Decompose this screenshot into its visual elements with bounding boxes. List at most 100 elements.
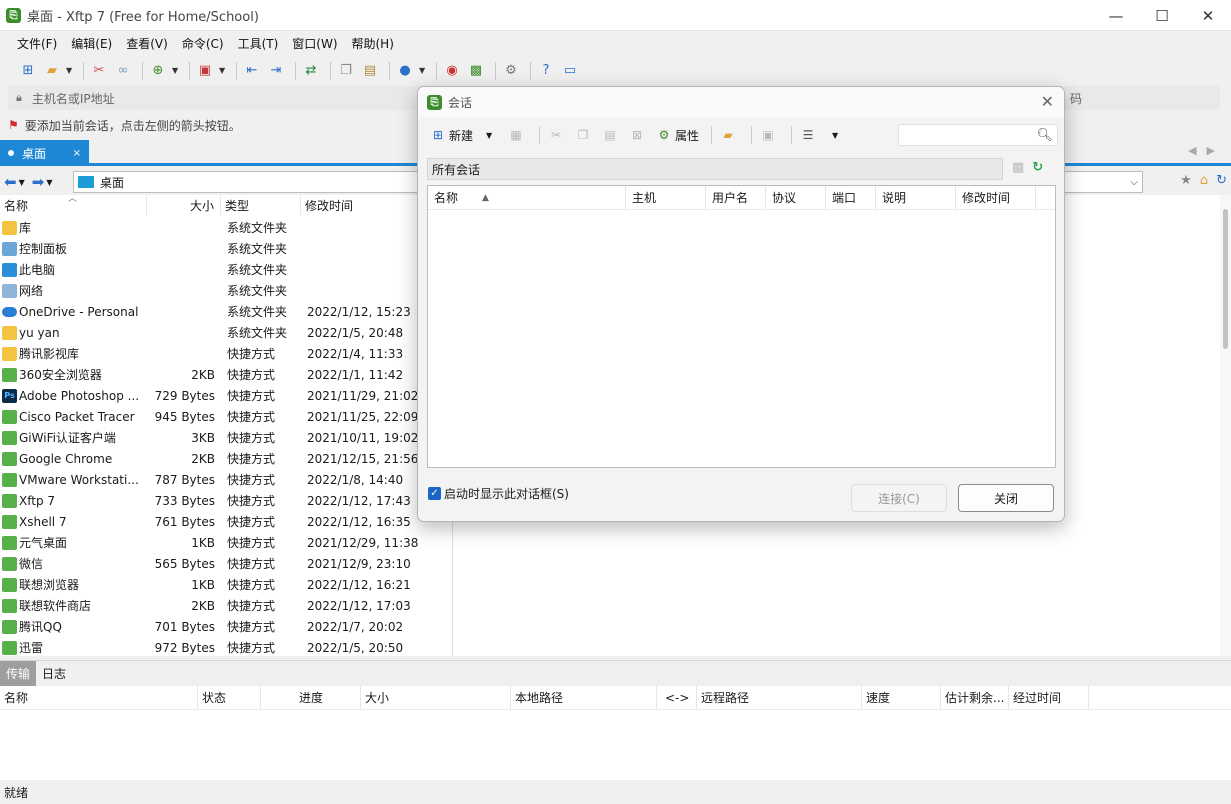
copy-button[interactable]: ❐ <box>573 124 596 146</box>
paste-button[interactable]: ▤ <box>600 124 623 146</box>
menu-window[interactable]: 窗口(W) <box>285 35 344 52</box>
cut-button[interactable]: ✂ <box>546 124 569 146</box>
xftp-icon[interactable]: ▩ <box>466 61 486 81</box>
file-row[interactable]: yu yan 系统文件夹 2022/1/5, 20:48 <box>0 322 452 343</box>
scrollbar-thumb[interactable] <box>1223 209 1228 349</box>
file-row[interactable]: 联想浏览器 1KB 快捷方式 2022/1/12, 16:21 <box>0 574 452 595</box>
new-session-icon[interactable]: ⊞ <box>18 61 38 81</box>
session-search-input[interactable]: 🔍︎ <box>898 124 1058 146</box>
gear-icon[interactable]: ⚙ <box>501 61 521 81</box>
open-dropdown-icon[interactable]: ▼ <box>66 66 74 75</box>
flag-icon[interactable]: ⚑ <box>8 118 19 132</box>
minimize-button[interactable]: — <box>1093 0 1139 31</box>
view-dropdown-button[interactable]: ▼ <box>825 124 848 146</box>
menu-file[interactable]: 文件(F) <box>10 35 64 52</box>
path-dropdown-icon[interactable]: ⌵ <box>1130 177 1138 188</box>
transfer-col-size[interactable]: 大小 <box>361 685 511 710</box>
file-row[interactable]: 微信 565 Bytes 快捷方式 2021/12/9, 23:10 <box>0 553 452 574</box>
session-col-description[interactable]: 说明 <box>876 185 956 210</box>
new-tab-dropdown-icon[interactable]: ▼ <box>172 66 180 75</box>
tab-transfer[interactable]: 传输 <box>0 660 37 686</box>
xshell-icon[interactable]: ◉ <box>442 61 462 81</box>
open-button[interactable]: ▦ <box>506 124 529 146</box>
forward-arrow-icon[interactable]: ➡ <box>32 173 45 191</box>
transfer-col-status[interactable]: 状态 <box>198 685 261 710</box>
refresh-icon[interactable]: ↻ <box>1216 173 1227 188</box>
menu-edit[interactable]: 编辑(E) <box>64 35 119 52</box>
vertical-scrollbar[interactable] <box>1220 195 1231 656</box>
transfer-col-direction[interactable]: <-> <box>657 685 697 710</box>
menu-view[interactable]: 查看(V) <box>119 35 175 52</box>
transfer-col-progress[interactable]: 进度 <box>261 685 361 710</box>
session-col-user[interactable]: 用户名 <box>706 185 766 210</box>
close-button[interactable]: 关闭 <box>958 484 1054 512</box>
file-row[interactable]: Xftp 7 733 Bytes 快捷方式 2022/1/12, 17:43 <box>0 490 452 511</box>
file-row[interactable]: Ps Adobe Photoshop ... 729 Bytes 快捷方式 2021/1… <box>0 385 452 406</box>
home-folder-icon[interactable]: ⌂ <box>1200 173 1208 188</box>
maximize-button[interactable]: ☐ <box>1139 0 1185 31</box>
terminal-dropdown-icon[interactable]: ▼ <box>219 66 227 75</box>
close-window-button[interactable]: ✕ <box>1185 0 1231 31</box>
sync-icon[interactable]: ⇄ <box>301 61 321 81</box>
open-folder-icon[interactable]: ▰ <box>42 61 62 81</box>
view-button[interactable]: ☰ <box>798 124 821 146</box>
refresh-icon[interactable]: ↻ <box>1032 160 1043 175</box>
folder-up-icon[interactable]: ▩ <box>1012 160 1024 175</box>
column-type[interactable]: 类型 <box>221 195 301 215</box>
file-row[interactable]: 网络 系统文件夹 <box>0 280 452 301</box>
new-dropdown-button[interactable]: ▼ <box>479 124 502 146</box>
transfer-col-name[interactable]: 名称 <box>0 685 198 710</box>
tab-log[interactable]: 日志 <box>36 661 72 686</box>
checkbox-checked-icon[interactable]: ✓ <box>428 487 441 500</box>
transfer-col-elapsed[interactable]: 经过时间 <box>1009 685 1089 710</box>
upload-icon[interactable]: ⇤ <box>242 61 262 81</box>
chat-icon[interactable]: ▭ <box>560 61 580 81</box>
new-tab-icon[interactable]: ⊕ <box>148 61 168 81</box>
file-row[interactable]: 360安全浏览器 2KB 快捷方式 2022/1/1, 11:42 <box>0 364 452 385</box>
file-row[interactable]: Google Chrome 2KB 快捷方式 2021/12/15, 21:56 <box>0 448 452 469</box>
session-col-host[interactable]: 主机 <box>626 185 706 210</box>
transfer-col-eta[interactable]: 估计剩余... <box>941 685 1009 710</box>
connect-button[interactable]: 连接(C) <box>851 484 947 512</box>
tab-scroll-arrows-icon[interactable]: ◀▶ <box>1188 144 1225 157</box>
session-col-port[interactable]: 端口 <box>826 185 876 210</box>
session-col-protocol[interactable]: 协议 <box>766 185 826 210</box>
transfer-col-remote-path[interactable]: 远程路径 <box>697 685 862 710</box>
file-row[interactable]: 腾讯QQ 701 Bytes 快捷方式 2022/1/7, 20:02 <box>0 616 452 637</box>
disconnect-icon[interactable]: ∞ <box>113 61 133 81</box>
forward-dropdown-icon[interactable]: ▼ <box>46 178 52 187</box>
menu-help[interactable]: 帮助(H) <box>345 35 401 52</box>
favorite-star-icon[interactable]: ★ <box>1180 173 1192 188</box>
help-icon[interactable]: ? <box>536 61 556 81</box>
dialog-close-icon[interactable]: ✕ <box>1041 92 1054 111</box>
file-row[interactable]: 元气桌面 1KB 快捷方式 2021/12/29, 11:38 <box>0 532 452 553</box>
session-col-modified[interactable]: 修改时间 <box>956 185 1036 210</box>
file-row[interactable]: GiWiFi认证客户端 3KB 快捷方式 2021/10/11, 19:02 <box>0 427 452 448</box>
transfer-col-speed[interactable]: 速度 <box>862 685 941 710</box>
paste-icon[interactable]: ▤ <box>360 61 380 81</box>
show-on-startup-checkbox[interactable]: ✓ 启动时显示此对话框(S) <box>428 485 569 502</box>
tab-close-icon[interactable]: × <box>73 148 81 159</box>
menu-command[interactable]: 命令(C) <box>175 35 231 52</box>
globe-dropdown-icon[interactable]: ▼ <box>419 66 427 75</box>
globe-icon[interactable]: ● <box>395 61 415 81</box>
file-row[interactable]: 此电脑 系统文件夹 <box>0 259 452 280</box>
tab-desktop[interactable]: 桌面 × <box>0 140 89 166</box>
file-row[interactable]: Cisco Packet Tracer 945 Bytes 快捷方式 2021/11/… <box>0 406 452 427</box>
new-folder-button[interactable]: ▰ <box>718 124 741 146</box>
column-size[interactable]: 大小 <box>147 195 221 215</box>
menu-tools[interactable]: 工具(T) <box>231 35 286 52</box>
file-row[interactable]: 联想软件商店 2KB 快捷方式 2022/1/12, 17:03 <box>0 595 452 616</box>
properties-button[interactable]: ⚙ 属性 <box>654 124 701 146</box>
file-row[interactable]: Xshell 7 761 Bytes 快捷方式 2022/1/12, 16:35 <box>0 511 452 532</box>
delete-button[interactable]: ⊠ <box>627 124 650 146</box>
connect-icon[interactable]: ✂ <box>89 61 109 81</box>
file-row[interactable]: 库 系统文件夹 <box>0 217 452 238</box>
terminal-icon[interactable]: ▣ <box>195 61 215 81</box>
file-row[interactable]: 腾讯影视库 快捷方式 2022/1/4, 11:33 <box>0 343 452 364</box>
file-row[interactable]: OneDrive - Personal 系统文件夹 2022/1/12, 15:23 <box>0 301 452 322</box>
file-row[interactable]: 迅雷 972 Bytes 快捷方式 2022/1/5, 20:50 <box>0 637 452 658</box>
download-icon[interactable]: ⇥ <box>266 61 286 81</box>
session-col-name[interactable]: 名称 ▲ <box>428 185 626 210</box>
file-row[interactable]: 控制面板 系统文件夹 <box>0 238 452 259</box>
